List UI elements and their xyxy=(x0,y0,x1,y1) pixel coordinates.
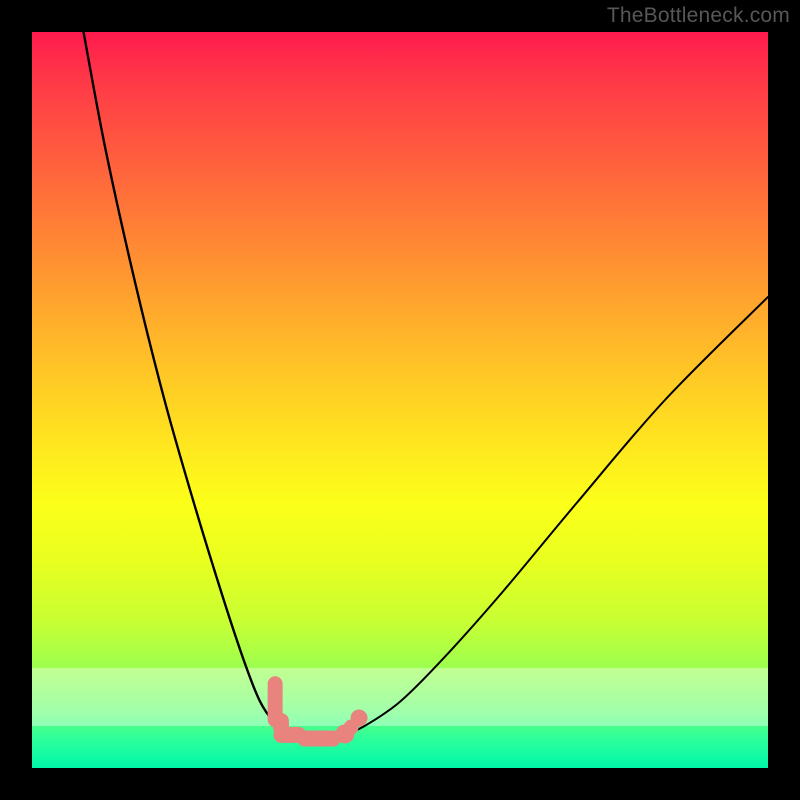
curve-layer xyxy=(32,32,768,768)
curve-left-branch xyxy=(84,32,299,740)
chart-frame: TheBottleneck.com xyxy=(0,0,800,800)
plot-area xyxy=(32,32,768,768)
curve-right-branch xyxy=(298,297,768,740)
data-marker xyxy=(350,709,367,726)
watermark-text: TheBottleneck.com xyxy=(607,4,790,28)
